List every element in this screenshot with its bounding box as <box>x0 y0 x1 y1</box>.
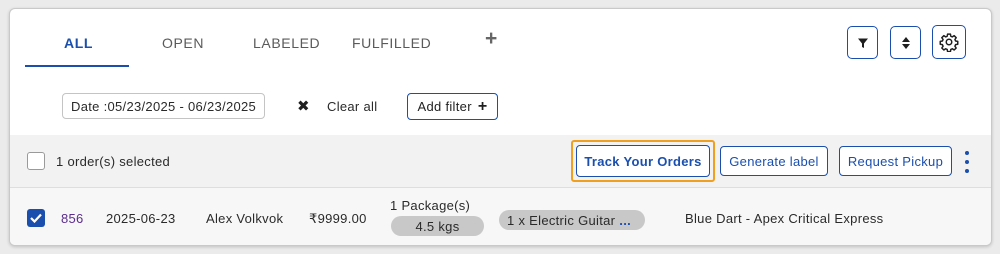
order-date: 2025-06-23 <box>106 211 176 226</box>
tab-fulfilled[interactable]: FULFILLED <box>352 35 431 51</box>
customer-name: Alex Volkvok <box>206 211 284 226</box>
tab-open[interactable]: OPEN <box>162 35 204 51</box>
settings-button[interactable] <box>932 25 966 59</box>
date-filter-chip[interactable]: Date :05/23/2025 - 06/23/2025 <box>62 93 266 119</box>
tab-all[interactable]: ALL <box>64 35 93 51</box>
plus-icon: + <box>477 97 488 115</box>
courier-name: Blue Dart - Apex Critical Express <box>685 211 884 226</box>
select-all-checkbox[interactable] <box>27 152 45 170</box>
check-icon <box>30 213 42 223</box>
item-badge: 1 x Electric Guitar ... <box>499 210 645 230</box>
row-checkbox[interactable] <box>27 209 45 227</box>
clear-filter-icon[interactable]: ✖ <box>297 97 310 115</box>
generate-label-button[interactable]: Generate label <box>720 146 828 176</box>
table-row[interactable]: 856 2025-06-23 Alex Volkvok ₹9999.00 1 P… <box>10 188 991 245</box>
tab-labeled[interactable]: LABELED <box>253 35 320 51</box>
add-filter-label: Add filter <box>417 99 472 114</box>
item-more-link[interactable]: ... <box>619 213 631 228</box>
add-filter-button[interactable]: Add filter + <box>407 93 498 120</box>
selected-count: 1 order(s) selected <box>56 154 171 169</box>
order-id-link[interactable]: 856 <box>61 211 84 226</box>
clear-all-link[interactable]: Clear all <box>327 99 377 114</box>
bulk-action-bar: 1 order(s) selected Track Your Orders Ge… <box>10 135 991 188</box>
item-label: 1 x Electric Guitar <box>507 212 616 228</box>
add-tab-button[interactable]: + <box>485 27 498 51</box>
sort-icon <box>901 36 910 49</box>
package-count: 1 Package(s) <box>390 198 471 213</box>
filter-button[interactable] <box>847 26 878 59</box>
weight-badge: 4.5 kgs <box>391 216 484 236</box>
orders-panel: ALL OPEN LABELED FULFILLED + Date :05/23… <box>9 8 992 246</box>
gear-icon <box>939 33 959 52</box>
sort-button[interactable] <box>890 26 921 59</box>
active-tab-indicator <box>25 65 129 67</box>
order-amount: ₹9999.00 <box>309 211 367 226</box>
filter-icon <box>857 38 868 48</box>
track-orders-button[interactable]: Track Your Orders <box>576 145 710 177</box>
more-options-icon[interactable] <box>961 151 973 173</box>
request-pickup-button[interactable]: Request Pickup <box>839 146 952 176</box>
